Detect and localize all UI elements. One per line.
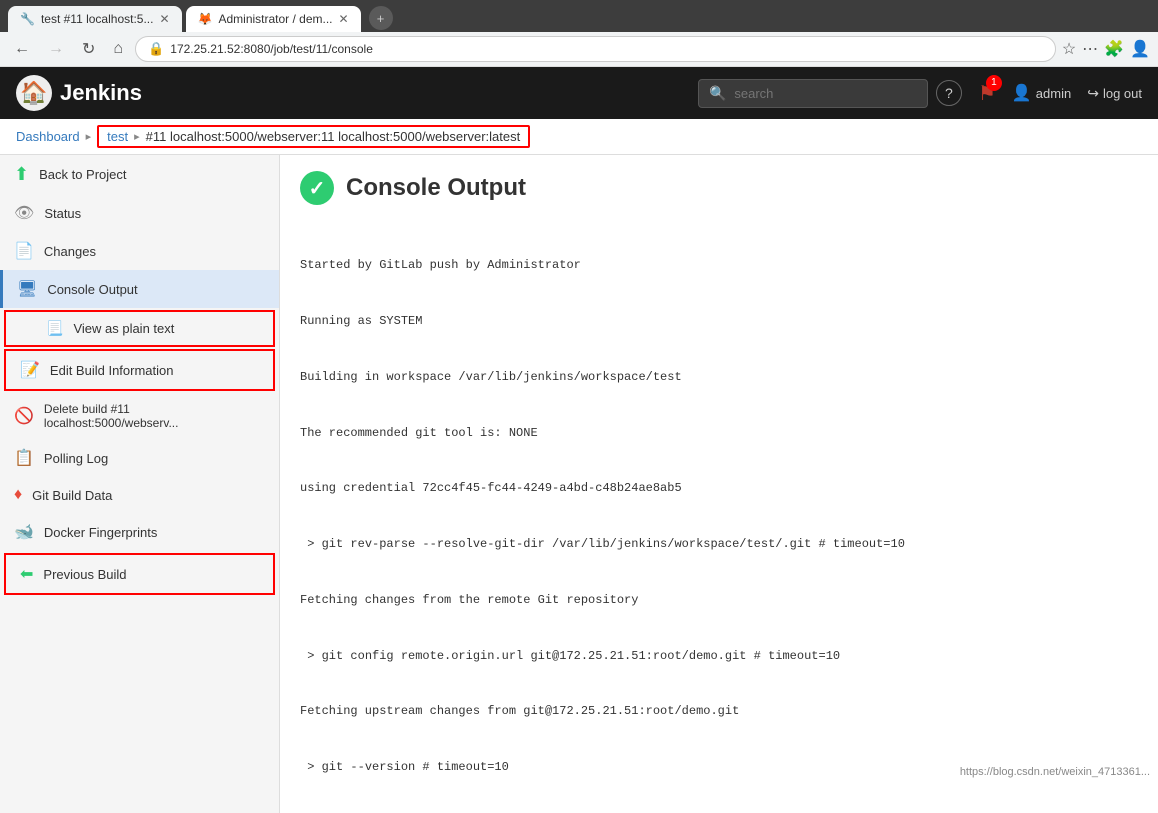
edit-build-info-label: Edit Build Information (50, 363, 174, 378)
log-line-2: Building in workspace /var/lib/jenkins/w… (300, 368, 1138, 387)
breadcrumb-arrow-2: ▸ (134, 130, 140, 143)
changes-label: Changes (44, 244, 96, 259)
address-bar[interactable]: 🔒 172.25.21.52:8080/job/test/11/console (135, 36, 1056, 62)
sidebar-item-docker-fingerprints[interactable]: 🐋 Docker Fingerprints (0, 513, 279, 551)
view-as-plain-label: View as plain text (73, 321, 174, 336)
console-output-icon: 🖥 (17, 279, 37, 299)
sidebar-item-status[interactable]: 👁 Status (0, 194, 279, 232)
log-line-0: Started by GitLab push by Administrator (300, 256, 1138, 275)
browser-tab-test[interactable]: 🔧 test #11 localhost:5... ✕ (8, 6, 182, 32)
reload-button[interactable]: ↻ (76, 37, 101, 61)
breadcrumb-arrow-1: ▸ (86, 130, 92, 143)
tab-icon-test: 🔧 (20, 12, 35, 26)
breadcrumb-highlight: test ▸ #11 localhost:5000/webserver:11 l… (97, 125, 530, 148)
logout-icon: ↪ (1087, 85, 1099, 102)
forward-button[interactable]: → (42, 38, 70, 60)
view-as-plain-icon: 📃 (46, 320, 63, 337)
docker-fingerprints-icon: 🐋 (14, 522, 34, 542)
profile-icon[interactable]: 👤 (1130, 39, 1150, 59)
lock-icon: 🔒 (148, 41, 164, 57)
log-line-5: > git rev-parse --resolve-git-dir /var/l… (300, 535, 1138, 554)
console-log: Started by GitLab push by Administrator … (300, 219, 1138, 813)
dashboard-link[interactable]: Dashboard (16, 129, 80, 144)
sidebar-item-git-build-data[interactable]: ♦ Git Build Data (0, 477, 279, 513)
breadcrumb-current: #11 localhost:5000/webserver:11 localhos… (146, 129, 521, 144)
sidebar-item-console-output[interactable]: 🖥 Console Output (0, 270, 279, 308)
extensions-icon[interactable]: 🧩 (1104, 39, 1124, 59)
log-line-1: Running as SYSTEM (300, 312, 1138, 331)
success-icon: ✓ (300, 171, 334, 205)
back-button[interactable]: ← (8, 38, 36, 60)
jenkins-logo-text: Jenkins (60, 80, 142, 106)
notifications-button[interactable]: ⚑ 1 (978, 81, 996, 106)
logout-label: log out (1103, 86, 1142, 101)
logout-button[interactable]: ↪ log out (1087, 85, 1142, 102)
notification-badge: 1 (986, 75, 1002, 91)
sidebar-item-previous-build[interactable]: ⬅ Previous Build (4, 553, 275, 595)
sidebar-item-back-to-project[interactable]: ⬆ Back to Project (0, 155, 279, 194)
sidebar-item-edit-build-info[interactable]: 📝 Edit Build Information (4, 349, 275, 391)
search-container: 🔍 ? (698, 79, 962, 108)
search-input[interactable] (734, 86, 917, 101)
tab-close-test[interactable]: ✕ (159, 12, 169, 26)
console-title: ✓ Console Output (300, 171, 1138, 205)
docker-fingerprints-label: Docker Fingerprints (44, 525, 157, 540)
polling-log-label: Polling Log (44, 451, 108, 466)
sidebar-item-polling-log[interactable]: 📋 Polling Log (0, 439, 279, 477)
sidebar: ⬆ Back to Project 👁 Status 📄 Changes 🖥 C… (0, 155, 280, 813)
tab-label-admin: Administrator / dem... (218, 12, 332, 26)
bookmark-icon[interactable]: ☆ (1062, 39, 1076, 59)
url-text: 172.25.21.52:8080/job/test/11/console (170, 42, 373, 56)
sidebar-item-view-as-plain[interactable]: 📃 View as plain text (4, 310, 275, 347)
help-button[interactable]: ? (936, 80, 962, 106)
back-to-project-label: Back to Project (39, 167, 126, 182)
delete-build-label: Delete build #11 localhost:5000/webserv.… (44, 402, 265, 430)
log-line-8: Fetching upstream changes from git@172.2… (300, 702, 1138, 721)
changes-icon: 📄 (14, 241, 34, 261)
delete-build-icon: 🚫 (14, 406, 34, 426)
console-output-area: ✓ Console Output Started by GitLab push … (280, 155, 1158, 813)
user-menu[interactable]: 👤 admin (1012, 83, 1071, 103)
sidebar-item-delete-build[interactable]: 🚫 Delete build #11 localhost:5000/webser… (0, 393, 279, 439)
search-icon: 🔍 (709, 85, 726, 102)
status-icon: 👁 (14, 203, 34, 223)
previous-build-icon: ⬅ (20, 564, 33, 584)
log-line-3: The recommended git tool is: NONE (300, 424, 1138, 443)
page-title: Console Output (346, 174, 526, 202)
back-to-project-icon: ⬆ (14, 164, 29, 185)
watermark: https://blog.csdn.net/weixin_4713361... (960, 766, 1150, 778)
jenkins-logo-icon: 🏠 (16, 75, 52, 111)
tab-close-admin[interactable]: ✕ (339, 12, 349, 26)
tab-label-test: test #11 localhost:5... (41, 12, 154, 26)
log-line-7: > git config remote.origin.url git@172.2… (300, 647, 1138, 666)
new-tab-button[interactable]: + (369, 6, 393, 30)
home-button[interactable]: ⌂ (107, 38, 129, 60)
user-label: admin (1036, 86, 1071, 101)
menu-icon[interactable]: ⋯ (1082, 39, 1098, 59)
log-line-4: using credential 72cc4f45-fc44-4249-a4bd… (300, 479, 1138, 498)
edit-build-info-icon: 📝 (20, 360, 40, 380)
status-label: Status (44, 206, 81, 221)
user-icon: 👤 (1012, 83, 1032, 103)
sidebar-item-changes[interactable]: 📄 Changes (0, 232, 279, 270)
browser-tab-admin[interactable]: 🦊 Administrator / dem... ✕ (186, 6, 361, 32)
console-output-label: Console Output (47, 282, 137, 297)
polling-log-icon: 📋 (14, 448, 34, 468)
git-build-data-icon: ♦ (14, 486, 22, 504)
tab-icon-admin: 🦊 (198, 12, 213, 26)
test-link[interactable]: test (107, 129, 128, 144)
previous-build-label: Previous Build (43, 567, 126, 582)
log-line-6: Fetching changes from the remote Git rep… (300, 591, 1138, 610)
jenkins-logo: 🏠 Jenkins (16, 75, 142, 111)
git-build-data-label: Git Build Data (32, 488, 112, 503)
